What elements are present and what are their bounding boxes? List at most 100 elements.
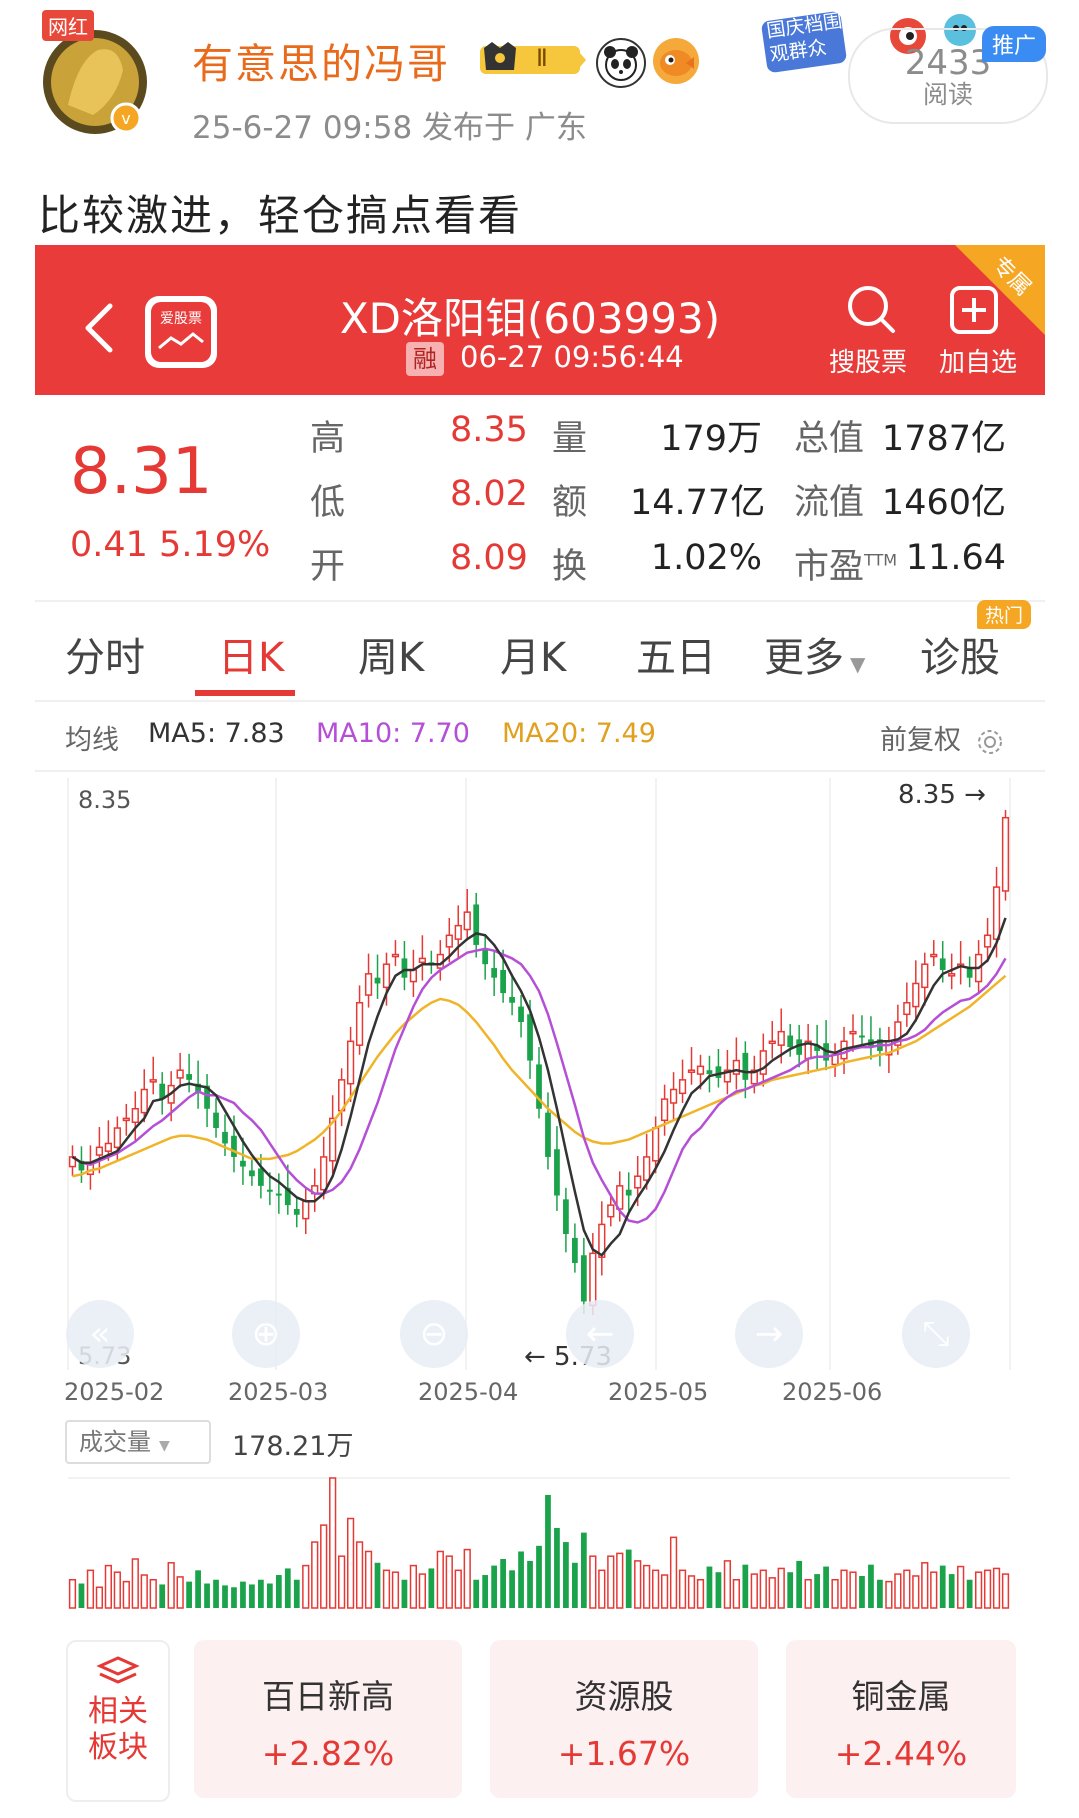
volume-bar	[113, 1571, 121, 1609]
dropdown-icon: ▼	[159, 1438, 170, 1454]
volume-bar	[696, 1578, 705, 1609]
volume-bar	[957, 1565, 965, 1609]
candle	[454, 924, 462, 940]
stock-title: XD洛阳钼(603993)	[339, 294, 721, 343]
candle	[222, 1131, 228, 1144]
volume-label: 量	[552, 419, 588, 459]
volume-bar	[616, 1552, 624, 1609]
expand-icon[interactable]: ⤡	[902, 1300, 970, 1368]
candle	[240, 1160, 246, 1167]
volume-bar	[678, 1569, 687, 1609]
username[interactable]: 有意思的冯哥	[192, 30, 450, 90]
add-watchlist-button[interactable]: 加自选	[928, 342, 1028, 379]
volume-bar	[213, 1579, 219, 1608]
candle	[939, 958, 946, 970]
back-arrow-icon[interactable]	[80, 300, 116, 369]
hot-tag: 热门	[977, 600, 1032, 629]
volume-bar	[302, 1564, 310, 1609]
candle	[258, 1168, 264, 1186]
candle	[768, 1040, 776, 1045]
prev-icon[interactable]: ←	[566, 1300, 634, 1368]
tab-five-day[interactable]: 五日	[636, 625, 716, 683]
volume-bar	[338, 1555, 346, 1609]
candle	[401, 958, 408, 978]
x-tick-label: 2025-05	[608, 1378, 709, 1406]
candle	[482, 948, 489, 965]
volume-bar	[275, 1575, 282, 1608]
candle	[249, 1170, 255, 1177]
tab-intraday[interactable]: 分时	[65, 625, 145, 683]
tab-weekly-k[interactable]: 周K	[358, 625, 424, 683]
tab-more[interactable]: 更多 ▼	[764, 625, 865, 683]
next-icon[interactable]: →	[735, 1300, 803, 1368]
tab-monthly-k[interactable]: 月K	[500, 625, 566, 683]
candle	[473, 904, 480, 945]
adjust-mode[interactable]: 前复权	[880, 718, 1004, 757]
search-stock-button[interactable]: 搜股票	[818, 342, 918, 379]
volume-bar	[787, 1572, 794, 1608]
x-tick-label: 2025-02	[64, 1378, 165, 1406]
candle	[364, 973, 373, 996]
candlestick-chart[interactable]	[0, 775, 1079, 1375]
candle	[921, 963, 929, 989]
sector-card[interactable]: 百日新高 +2.82%	[194, 1640, 462, 1798]
volume-bar	[186, 1581, 192, 1608]
price-change: 0.41 5.19%	[70, 525, 271, 565]
candle	[706, 1070, 713, 1075]
active-tab-indicator	[195, 690, 295, 696]
volume-chart[interactable]	[0, 1475, 1079, 1615]
volume-bar	[536, 1545, 542, 1608]
candle	[131, 1108, 139, 1124]
tab-daily-k[interactable]: 日K	[218, 625, 284, 683]
volume-bar	[974, 1571, 983, 1609]
volume-bar	[732, 1578, 740, 1609]
volume-bar	[86, 1569, 95, 1609]
candle	[149, 1079, 157, 1083]
volume-value: 179万	[660, 419, 762, 459]
post-meta: 25-6-27 09:58 发布于 广东	[192, 110, 587, 146]
svg-text:v: v	[121, 109, 130, 128]
volume-bar	[572, 1562, 578, 1608]
tab-diagnose[interactable]: 诊股	[920, 625, 1000, 683]
volume-bar	[660, 1574, 669, 1609]
volume-bar	[509, 1570, 515, 1608]
volume-bar	[742, 1564, 749, 1608]
volume-indicator-select[interactable]: 成交量 ▼	[65, 1420, 211, 1464]
search-icon[interactable]	[838, 282, 908, 342]
candle	[634, 1175, 642, 1189]
volume-bar	[966, 1579, 973, 1608]
sector-card[interactable]: 资源股 +1.67%	[490, 1640, 758, 1798]
zoom-in-icon[interactable]: ⊕	[232, 1300, 300, 1368]
related-sectors-button[interactable]: 相关 板块	[66, 1640, 170, 1802]
sector-card[interactable]: 铜金属 +2.44%	[786, 1640, 1016, 1798]
volume-bar	[823, 1566, 829, 1608]
volume-bar	[346, 1517, 355, 1609]
app-logo[interactable]: 爱股票	[145, 296, 217, 368]
volume-bar	[122, 1580, 130, 1609]
volume-bar	[249, 1584, 255, 1608]
settings-icon[interactable]	[976, 728, 1004, 756]
volume-bar	[149, 1578, 157, 1609]
candle	[678, 1079, 687, 1095]
quote-time: 06-27 09:56:44	[460, 340, 684, 374]
avatar[interactable]: v 网红	[38, 10, 153, 140]
volume-bar	[355, 1541, 364, 1609]
level-badge[interactable]: Ⅱ	[478, 40, 588, 80]
rewind-icon[interactable]: «	[66, 1300, 134, 1368]
open-label: 开	[310, 547, 346, 587]
volume-bar	[463, 1548, 471, 1609]
volume-bar	[903, 1569, 911, 1609]
amount-value: 14.77亿	[630, 483, 766, 523]
candle	[95, 1146, 104, 1156]
zoom-out-icon[interactable]: ⊖	[400, 1300, 468, 1368]
chart-high-label: 8.35	[78, 786, 132, 814]
candle	[418, 957, 426, 964]
volume-bar	[759, 1569, 767, 1609]
volume-bar	[436, 1550, 444, 1609]
candle	[660, 1098, 669, 1122]
volume-value: 178.21万	[232, 1431, 354, 1462]
volume-bar	[68, 1578, 77, 1609]
candle	[643, 1156, 651, 1181]
campaign-badge[interactable]: 国庆档围观群众	[760, 6, 850, 76]
fish-icon	[653, 38, 699, 84]
